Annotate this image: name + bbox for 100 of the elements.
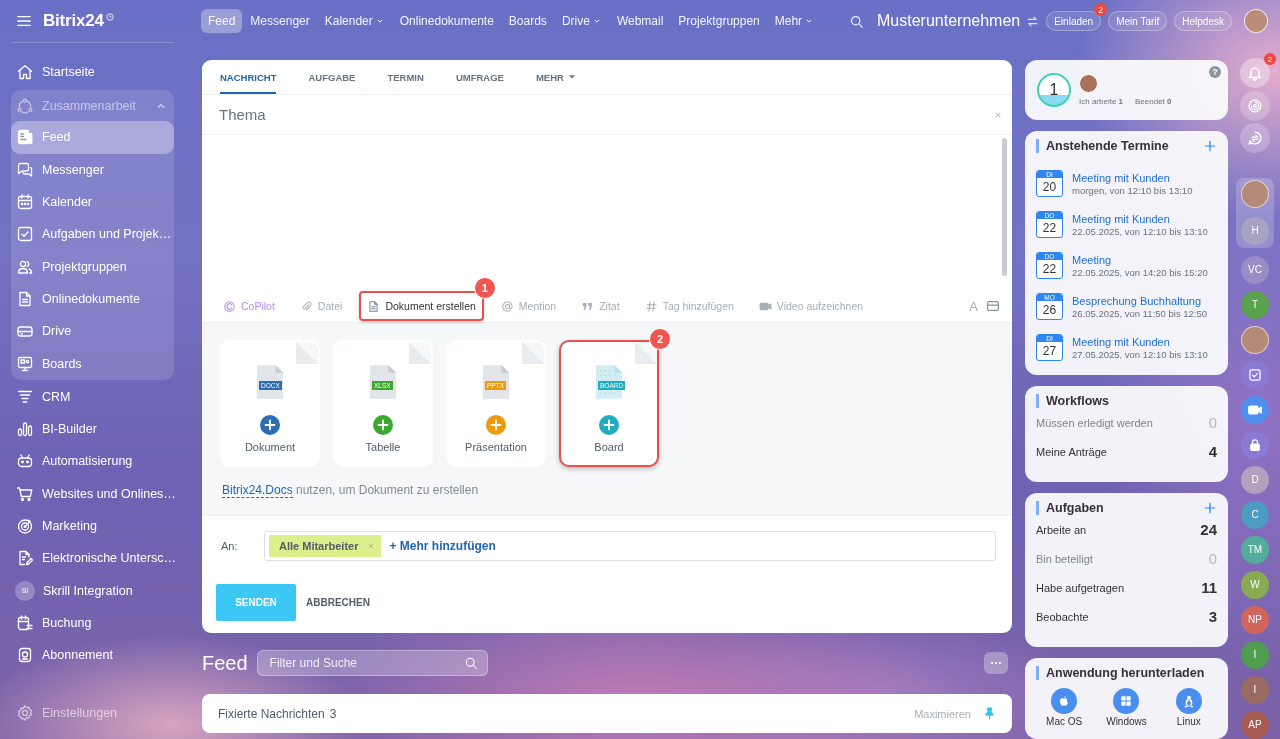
event-title[interactable]: Meeting mit Kunden [1072,171,1170,184]
composer-tab[interactable]: MEHR [535,60,575,94]
event-title[interactable]: Meeting mit Kunden [1072,335,1170,348]
recipients-field[interactable]: Alle Mitarbeiter + Mehr hinzufügen [264,531,996,561]
text-format-button[interactable]: A [967,298,980,314]
sidebar-item[interactable]: Boards [11,347,174,380]
sidebar-item[interactable]: BI-Builder [11,412,174,446]
contact-avatar[interactable]: NP [1241,605,1269,634]
sidebar-item[interactable]: Elektronische Untersc… [11,542,174,575]
contact-avatar[interactable]: T [1241,290,1269,319]
nav-tab[interactable]: Onlinedokumente [392,9,501,33]
search-icon[interactable] [849,13,864,29]
bell-icon[interactable] [1240,58,1270,88]
toolbar-button[interactable]: Tag hinzufügen [636,291,742,321]
video-camera-icon[interactable] [1241,395,1269,424]
maximize-link[interactable]: Maximieren [914,707,971,720]
search-icon[interactable] [463,656,478,670]
toolbar-button[interactable]: Dokument erstellen [359,291,484,321]
chat-arrows-icon[interactable] [1240,123,1270,153]
plus-icon[interactable] [1203,139,1217,153]
nav-tab[interactable]: Webmail [609,9,671,33]
contact-avatar[interactable]: W [1241,570,1269,599]
composer-tab[interactable]: AUFGABE [308,60,356,94]
counter-label[interactable]: Meine Anträge [1036,445,1107,458]
counter-label[interactable]: Bin beteiligt [1036,552,1093,565]
sidebar-item[interactable]: Websites und Onlines… [11,477,174,510]
counter-ring[interactable]: 1 [1037,73,1071,107]
checkbox-icon[interactable] [1241,360,1269,389]
toolbar-button[interactable]: Zitat [573,291,628,321]
event-title[interactable]: Meeting [1072,253,1112,266]
composer-tab[interactable]: UMFRAGE [455,60,504,94]
contact-avatar[interactable]: AP [1241,710,1269,739]
user-avatar[interactable] [1079,74,1098,93]
plus-icon[interactable] [1203,501,1217,515]
docs-link[interactable]: Bitrix24.Docs [222,483,293,498]
event-title[interactable]: Besprechung Buchhaltung [1072,294,1202,307]
scrollbar-thumb[interactable] [1002,138,1007,276]
app-label[interactable]: Linux [1176,716,1201,727]
header-button[interactable]: Mein Tarif [1108,11,1168,31]
spiral-icon[interactable] [1240,90,1270,121]
user-avatar[interactable] [1244,9,1268,33]
swap-icon[interactable] [1026,14,1040,28]
contact-avatar[interactable]: C [1241,500,1269,529]
counter-label[interactable]: Müssen erledigt werden [1036,416,1153,429]
composer-tab[interactable]: TERMIN [387,60,424,94]
nav-tab[interactable]: Mehr [767,9,822,33]
counter-label[interactable]: Beobachte [1036,610,1089,623]
sidebar-item[interactable]: Automatisierung [11,445,174,478]
more-button[interactable] [984,652,1008,674]
toolbar-button[interactable]: CoPilot [215,291,283,321]
nav-tab[interactable]: Kalender [317,9,392,33]
toolbar-button[interactable]: Video aufzeichnen [750,291,872,321]
event-title[interactable]: Meeting mit Kunden [1072,212,1170,225]
subject-field[interactable]: Thema [202,95,993,134]
sidebar-item[interactable]: CRM [11,380,174,413]
sidebar-item[interactable]: Aufgaben und Projek… [11,218,174,251]
sidebar-item[interactable]: Kalender [11,185,174,219]
contact-avatar[interactable]: VC [1241,255,1269,284]
pin-icon[interactable] [983,707,996,720]
app-label[interactable]: Mac OS [1046,716,1083,727]
menu-icon[interactable] [16,13,32,29]
nav-tab[interactable]: Feed [201,9,243,33]
nav-tab[interactable]: Boards [501,9,554,33]
sidebar-item[interactable]: Buchung [11,606,174,640]
panel-icon[interactable] [986,299,1000,313]
sidebar-item[interactable]: Startseite [11,56,174,89]
help-button[interactable]: ? [1209,66,1221,78]
contact-avatar[interactable]: H [1241,216,1269,245]
contact-avatar[interactable]: I [1241,640,1269,669]
sidebar-item[interactable]: Projektgruppen [11,250,174,283]
contact-avatar[interactable]: D [1241,465,1269,494]
counter-label[interactable]: Arbeite an [1036,523,1087,536]
nav-tab[interactable]: Messenger [243,9,317,33]
header-button[interactable]: Helpdesk [1174,11,1232,31]
cancel-button[interactable]: ABBRECHEN [300,596,376,609]
contact-avatar[interactable]: I [1241,675,1269,704]
sidebar-item[interactable]: Messenger [11,153,174,186]
four-squares-icon[interactable] [1113,688,1140,714]
recipient-tag[interactable]: Alle Mitarbeiter [269,535,382,557]
lock-icon[interactable] [1241,430,1269,459]
contact-avatar[interactable]: TM [1241,535,1269,564]
app-label[interactable]: Windows [1106,716,1147,727]
sidebar-item[interactable]: Drive [11,315,174,348]
sidebar-item[interactable]: Abonnement [11,639,174,672]
apple-icon[interactable] [1051,688,1078,714]
avatar-photo[interactable] [1241,325,1269,354]
toolbar-button[interactable]: Datei [291,291,351,321]
pinned-messages-bar[interactable]: Fixierte Nachrichten 3 Maximieren [202,694,1012,733]
nav-tab[interactable]: Drive [554,9,609,33]
remove-icon[interactable] [367,542,376,550]
sidebar-item[interactable]: Marketing [11,509,174,543]
avatar-photo[interactable] [1241,179,1269,208]
penguin-icon[interactable] [1175,688,1202,714]
composer-tab[interactable]: NACHRICHT [220,60,277,94]
nav-tab[interactable]: Projektgruppen [671,9,767,33]
logo[interactable]: Bitrix24 [43,11,104,31]
company-name[interactable]: Musterunternehmen [877,12,1021,30]
add-recipient-link[interactable]: + Mehr hinzufügen [389,539,496,553]
counter-label[interactable]: Habe aufgetragen [1036,581,1125,594]
sidebar-item[interactable]: Onlinedokumente [11,282,174,316]
